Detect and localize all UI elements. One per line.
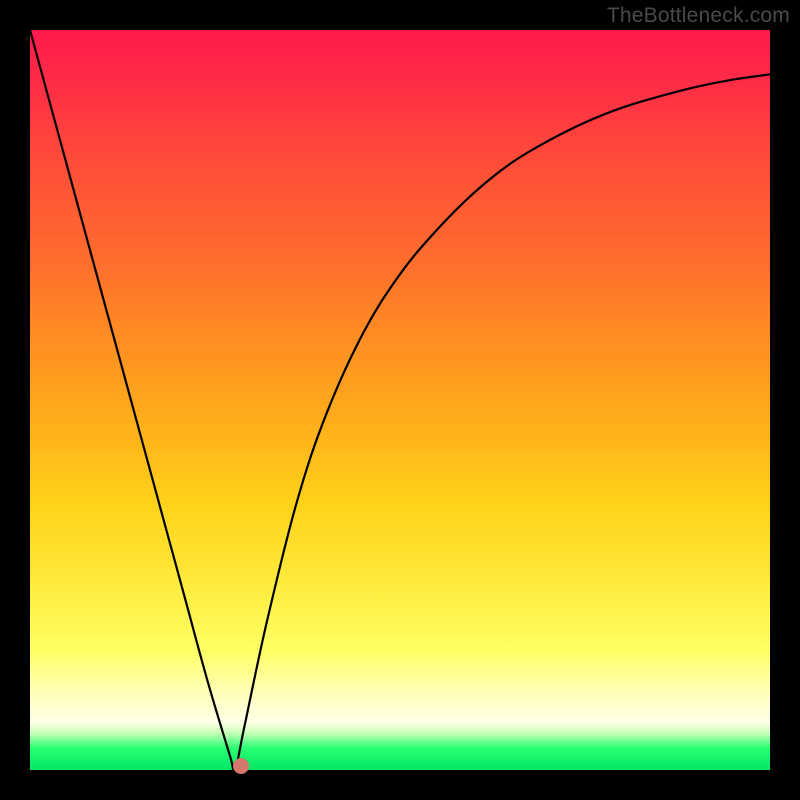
optimal-point-marker	[233, 758, 249, 774]
watermark-text: TheBottleneck.com	[607, 4, 790, 28]
chart-frame: TheBottleneck.com	[0, 0, 800, 800]
bottleneck-curve	[30, 30, 770, 770]
plot-area	[30, 30, 770, 770]
